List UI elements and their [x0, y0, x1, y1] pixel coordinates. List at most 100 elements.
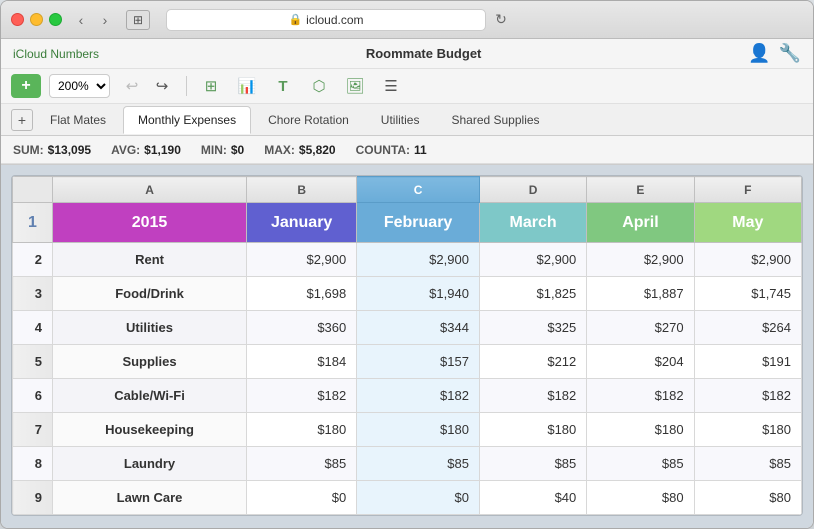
row-num-3: 3 — [13, 277, 53, 311]
cell-4-mar[interactable]: $325 — [479, 311, 586, 345]
col-header-c[interactable]: C — [357, 177, 480, 203]
cell-8-jan[interactable]: $85 — [247, 447, 357, 481]
url-bar[interactable]: 🔒 icloud.com — [166, 9, 486, 31]
table-row-3: 3 Food/Drink $1,698 $1,940 $1,825 $1,887… — [13, 277, 802, 311]
tab-monthly-expenses[interactable]: Monthly Expenses — [123, 106, 251, 134]
back-button[interactable]: ‹ — [70, 10, 92, 30]
lock-icon: 🔒 — [288, 13, 302, 26]
stat-counta: COUNTA: 11 — [356, 143, 427, 157]
cell-5-may[interactable]: $191 — [694, 345, 801, 379]
cell-5-mar[interactable]: $212 — [479, 345, 586, 379]
chart-icon-button[interactable]: 📊 — [233, 74, 261, 98]
tab-shared-supplies[interactable]: Shared Supplies — [436, 106, 554, 134]
add-sheet-button[interactable]: + — [11, 74, 41, 98]
cell-7-mar[interactable]: $180 — [479, 413, 586, 447]
cell-6-mar[interactable]: $182 — [479, 379, 586, 413]
media-icon-button[interactable]: 🖼 — [341, 74, 369, 98]
redo-button[interactable]: ↪ — [148, 74, 176, 98]
cell-3-apr[interactable]: $1,887 — [587, 277, 694, 311]
cell-2-mar[interactable]: $2,900 — [479, 243, 586, 277]
fullscreen-button[interactable] — [49, 13, 62, 26]
close-button[interactable] — [11, 13, 24, 26]
cell-1-year[interactable]: 2015 — [53, 203, 247, 243]
cell-3-mar[interactable]: $1,825 — [479, 277, 586, 311]
cell-7-jan[interactable]: $180 — [247, 413, 357, 447]
cell-9-label[interactable]: Lawn Care — [53, 481, 247, 515]
cell-9-jan[interactable]: $0 — [247, 481, 357, 515]
cell-2-jan[interactable]: $2,900 — [247, 243, 357, 277]
cell-2-feb[interactable]: $2,900 — [357, 243, 480, 277]
stats-bar: SUM: $13,095 AVG: $1,190 MIN: $0 MAX: $5… — [1, 136, 813, 164]
cell-3-feb[interactable]: $1,940 — [357, 277, 480, 311]
zoom-select[interactable]: 200% — [49, 74, 110, 98]
shape-icon-button[interactable]: ⬡ — [305, 74, 333, 98]
cell-4-may[interactable]: $264 — [694, 311, 801, 345]
cell-6-may[interactable]: $182 — [694, 379, 801, 413]
cell-6-jan[interactable]: $182 — [247, 379, 357, 413]
row-num-9: 9 — [13, 481, 53, 515]
cell-1-feb[interactable]: February — [357, 203, 480, 243]
cell-9-apr[interactable]: $80 — [587, 481, 694, 515]
cell-5-feb[interactable]: $157 — [357, 345, 480, 379]
cell-9-may[interactable]: $80 — [694, 481, 801, 515]
refresh-button[interactable]: ↻ — [490, 9, 512, 31]
cell-8-mar[interactable]: $85 — [479, 447, 586, 481]
cell-7-feb[interactable]: $180 — [357, 413, 480, 447]
minimize-button[interactable] — [30, 13, 43, 26]
table-icon-button[interactable]: ⊞ — [197, 74, 225, 98]
cell-2-label[interactable]: Rent — [53, 243, 247, 277]
cell-9-feb[interactable]: $0 — [357, 481, 480, 515]
cell-1-jan[interactable]: January — [247, 203, 357, 243]
cell-8-feb[interactable]: $85 — [357, 447, 480, 481]
col-header-e[interactable]: E — [587, 177, 694, 203]
cell-1-mar[interactable]: March — [479, 203, 586, 243]
cell-7-apr[interactable]: $180 — [587, 413, 694, 447]
cell-3-may[interactable]: $1,745 — [694, 277, 801, 311]
cell-6-apr[interactable]: $182 — [587, 379, 694, 413]
cell-6-label[interactable]: Cable/Wi-Fi — [53, 379, 247, 413]
tab-chore-rotation[interactable]: Chore Rotation — [253, 106, 364, 134]
text-icon-button[interactable]: T — [269, 74, 297, 98]
cell-8-may[interactable]: $85 — [694, 447, 801, 481]
add-sheet-tab-button[interactable]: + — [11, 109, 33, 131]
col-header-b[interactable]: B — [247, 177, 357, 203]
table-row-8: 8 Laundry $85 $85 $85 $85 $85 — [13, 447, 802, 481]
cell-4-jan[interactable]: $360 — [247, 311, 357, 345]
cell-7-label[interactable]: Housekeeping — [53, 413, 247, 447]
cell-8-apr[interactable]: $85 — [587, 447, 694, 481]
cell-7-may[interactable]: $180 — [694, 413, 801, 447]
share-icon[interactable]: 👤 — [748, 43, 770, 64]
cell-5-jan[interactable]: $184 — [247, 345, 357, 379]
cell-5-apr[interactable]: $204 — [587, 345, 694, 379]
cell-2-may[interactable]: $2,900 — [694, 243, 801, 277]
window-toggle-button[interactable]: ⊞ — [126, 10, 150, 30]
cell-2-apr[interactable]: $2,900 — [587, 243, 694, 277]
toolbar-separator-1 — [186, 76, 187, 96]
col-header-a[interactable]: A — [53, 177, 247, 203]
browser-nav: ‹ › — [70, 10, 116, 30]
cell-3-jan[interactable]: $1,698 — [247, 277, 357, 311]
undo-button[interactable]: ↩ — [118, 74, 146, 98]
url-text: icloud.com — [306, 13, 363, 27]
cell-4-label[interactable]: Utilities — [53, 311, 247, 345]
cell-6-feb[interactable]: $182 — [357, 379, 480, 413]
tab-flat-mates[interactable]: Flat Mates — [35, 106, 121, 134]
cell-3-label[interactable]: Food/Drink — [53, 277, 247, 311]
cell-8-label[interactable]: Laundry — [53, 447, 247, 481]
sheet-table: A B C D E F 1 2015 — [12, 176, 802, 515]
forward-button[interactable]: › — [94, 10, 116, 30]
cell-4-feb[interactable]: $344 — [357, 311, 480, 345]
cell-1-apr[interactable]: April — [587, 203, 694, 243]
col-header-d[interactable]: D — [479, 177, 586, 203]
cell-1-may[interactable]: May — [694, 203, 801, 243]
cell-5-label[interactable]: Supplies — [53, 345, 247, 379]
row-num-7: 7 — [13, 413, 53, 447]
toolbar-tools: + 200% ↩ ↪ ⊞ 📊 T ⬡ 🖼 ☰ — [1, 69, 813, 104]
cell-4-apr[interactable]: $270 — [587, 311, 694, 345]
app-title-bar: iCloud Numbers Roommate Budget 👤 🔧 — [1, 39, 813, 69]
cell-9-mar[interactable]: $40 — [479, 481, 586, 515]
tab-utilities[interactable]: Utilities — [366, 106, 435, 134]
comment-icon-button[interactable]: ☰ — [377, 74, 405, 98]
col-header-f[interactable]: F — [694, 177, 801, 203]
settings-icon[interactable]: 🔧 — [779, 43, 801, 64]
